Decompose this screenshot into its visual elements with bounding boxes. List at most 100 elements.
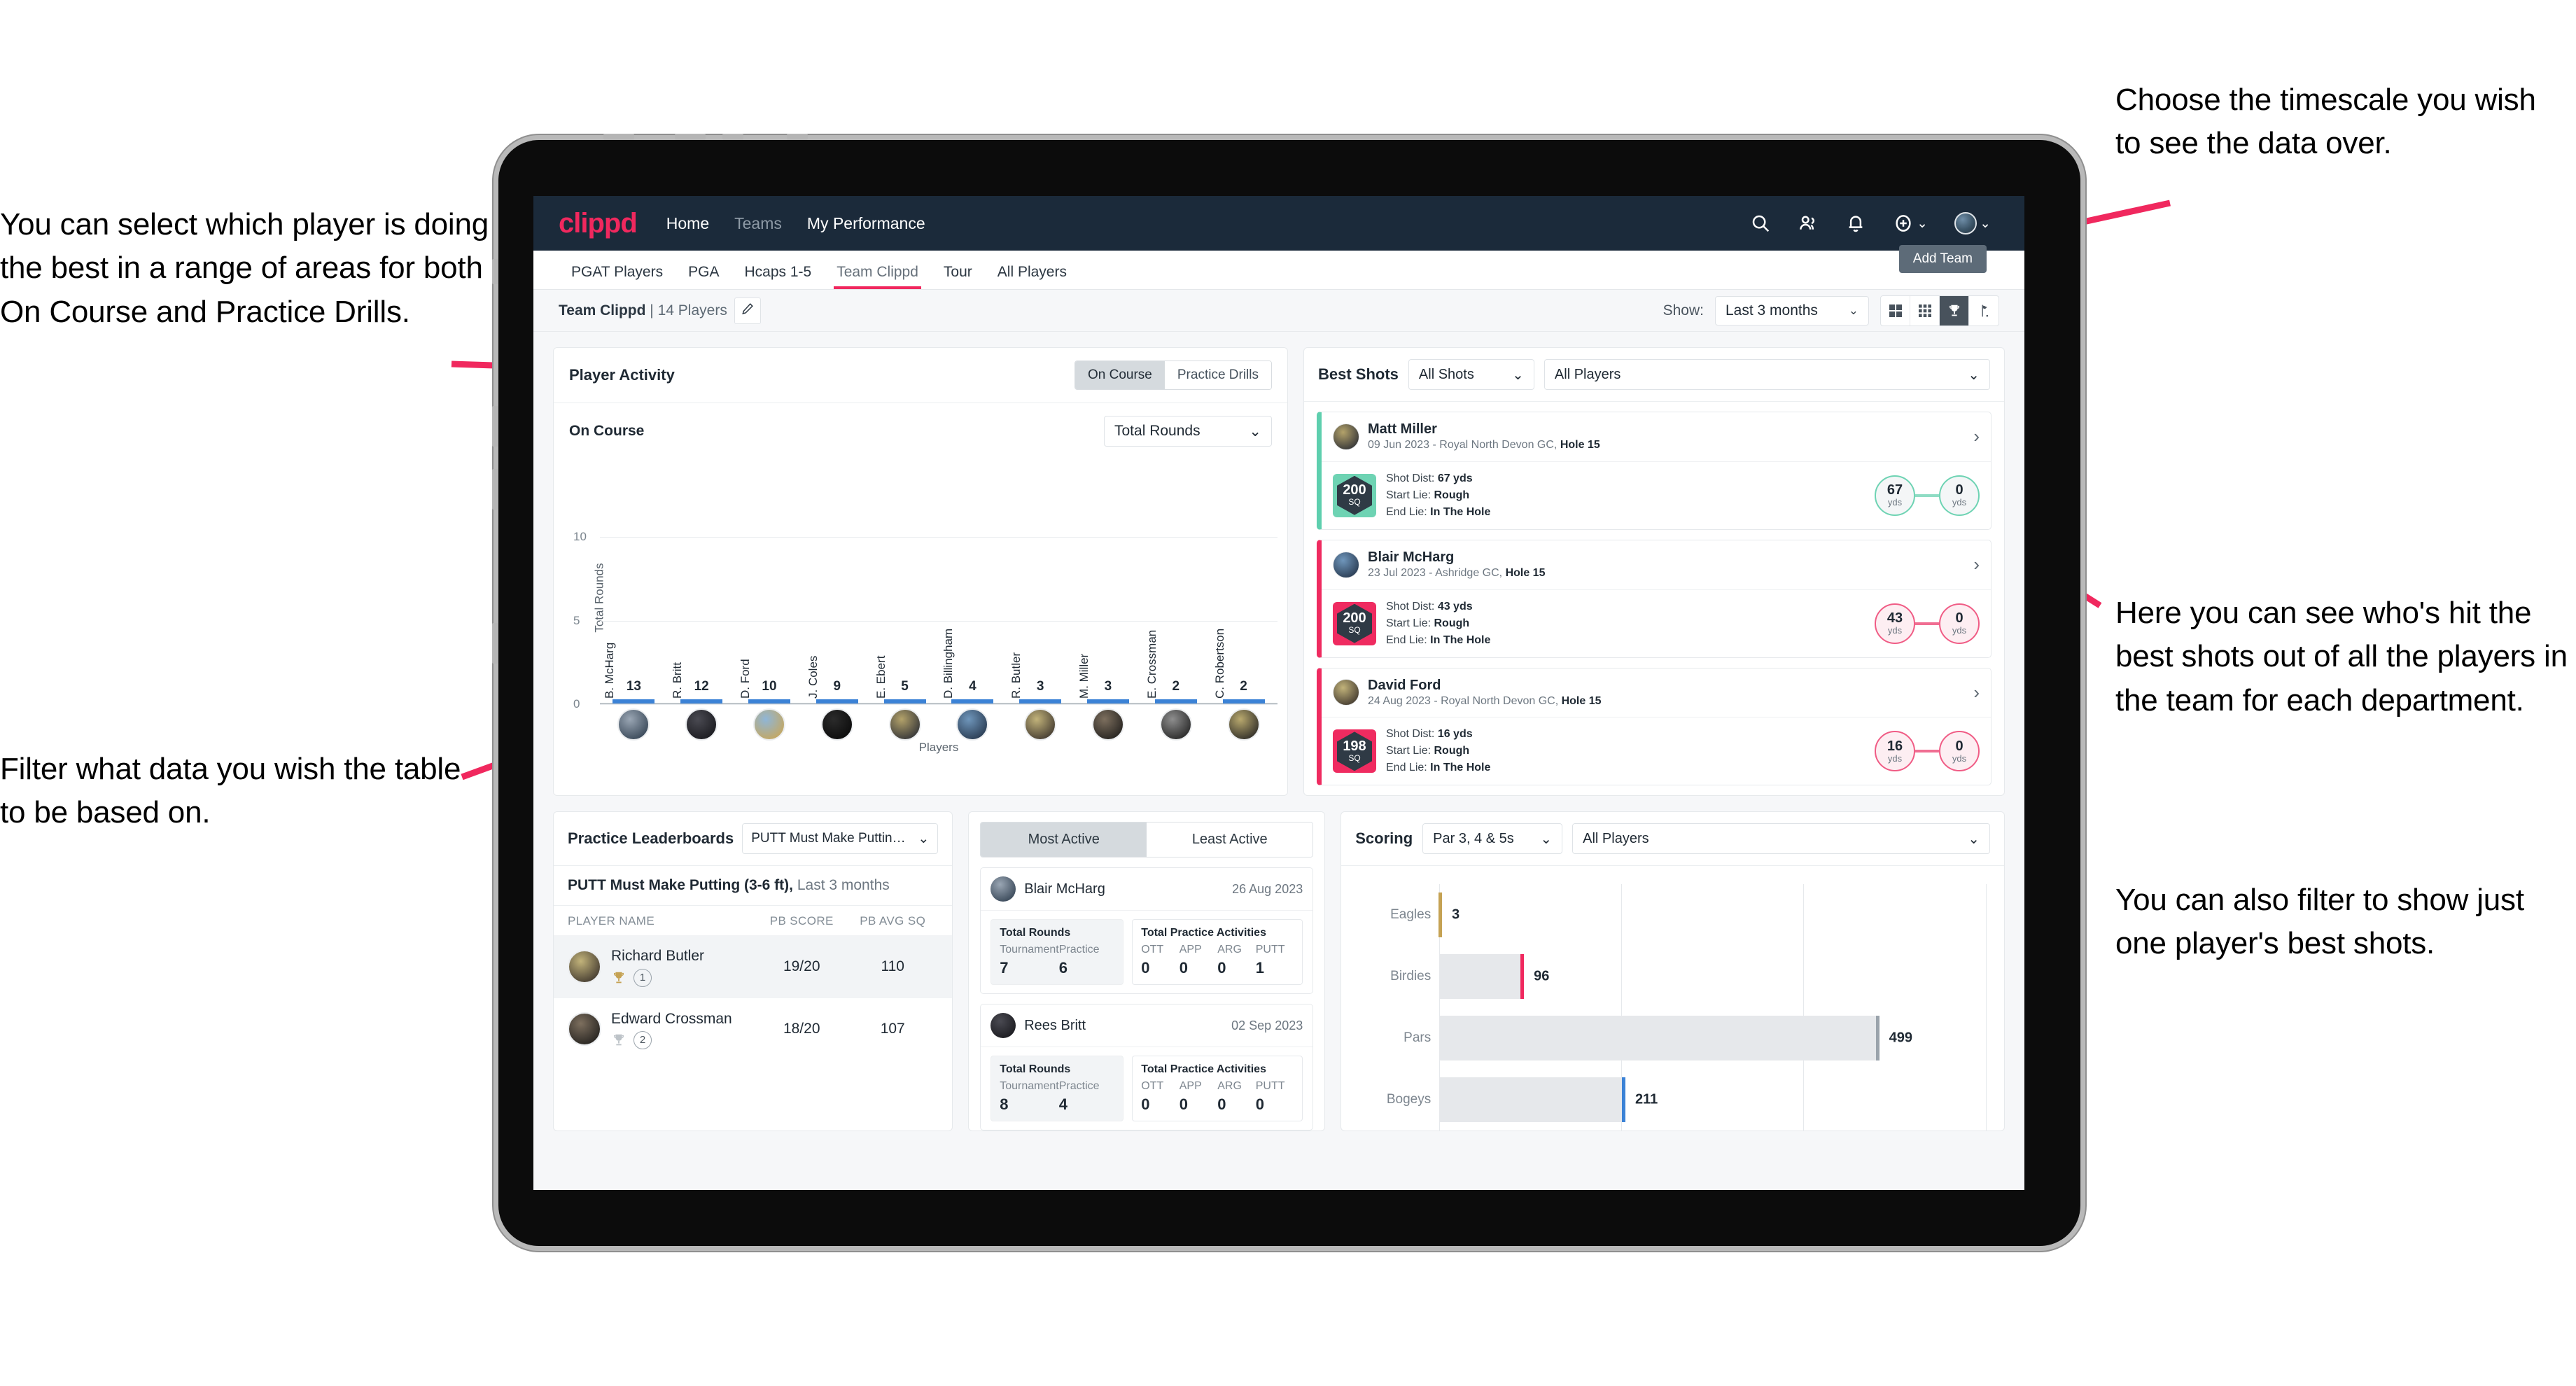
player-avatar[interactable]: [1091, 708, 1124, 741]
avatar-cell: [736, 708, 804, 741]
shot-start-distance: 16 yds: [1875, 731, 1915, 772]
best-shots-list: Matt Miller 09 Jun 2023 - Royal North De…: [1304, 402, 2004, 795]
shot-distance-diagram: 67 yds 0 yds: [1875, 475, 1980, 516]
player-activity-title: Player Activity: [569, 366, 675, 384]
trophy-icon[interactable]: [1940, 295, 1969, 326]
scoring-track: 96: [1439, 954, 1986, 1000]
tab-team-clippd[interactable]: Team Clippd: [824, 264, 931, 289]
player-avatar[interactable]: [820, 708, 853, 741]
tab-pga[interactable]: PGA: [676, 264, 732, 289]
player-avatar[interactable]: [617, 708, 650, 741]
nav-link-home[interactable]: Home: [666, 214, 709, 233]
pb-score-value: 18/20: [783, 1021, 820, 1037]
tab-tour[interactable]: Tour: [931, 264, 985, 289]
plus-circle-icon[interactable]: [1893, 213, 1914, 234]
scoring-bar[interactable]: [1438, 892, 1442, 938]
bell-icon[interactable]: [1845, 213, 1866, 234]
best-shots-title: Best Shots: [1318, 365, 1399, 383]
metric-select[interactable]: Total Rounds ⌄: [1104, 416, 1272, 447]
people-icon[interactable]: [1798, 213, 1819, 234]
practice-leaderboards-subtitle: PUTT Must Make Putting (3-6 ft), Last 3 …: [554, 866, 953, 906]
scoring-bar-cap: [1875, 1016, 1879, 1061]
best-shot-meta: 23 Jul 2023 - Ashridge GC, Hole 15: [1368, 566, 1546, 579]
best-shot-hole: Hole 15: [1561, 694, 1602, 707]
best-shot-card[interactable]: Matt Miller 09 Jun 2023 - Royal North De…: [1317, 412, 1991, 530]
tab-least-active[interactable]: Least Active: [1147, 822, 1313, 858]
scoring-track: 211: [1439, 1077, 1986, 1123]
leaderboard-player: Edward Crossman 2: [568, 1009, 756, 1049]
view-mode-group: [1880, 295, 1999, 326]
activity-tabs: Most Active Least Active: [980, 822, 1314, 858]
on-course-practice-toggle: On Course Practice Drills: [1074, 360, 1272, 390]
tab-most-active[interactable]: Most Active: [981, 822, 1147, 858]
start-lie-row: Start Lie: Rough: [1386, 489, 1470, 501]
activity-item[interactable]: Blair McHarg 26 Aug 2023 Total Rounds To…: [980, 867, 1314, 995]
stat-cell: ARG 0: [1217, 1080, 1256, 1114]
shot-details: Shot Dist: 43 yds Start Lie: Rough End L…: [1386, 598, 1490, 649]
scoring-bar[interactable]: [1439, 1077, 1625, 1123]
chevron-down-icon[interactable]: ⌄: [1980, 216, 1991, 232]
flag-icon[interactable]: [1969, 296, 1998, 326]
bar-value: 9: [833, 679, 841, 694]
best-shot-card[interactable]: David Ford 24 Aug 2023 - Royal North Dev…: [1317, 667, 1991, 786]
grid-large-icon[interactable]: [1881, 295, 1910, 326]
team-name: Team Clippd: [559, 302, 646, 318]
timescale-select[interactable]: Last 3 months ⌄: [1715, 295, 1869, 326]
player-filter-select[interactable]: All Players ⌄: [1544, 359, 1990, 390]
table-row[interactable]: Edward Crossman 2 18/20 107: [554, 998, 952, 1060]
practice-leaderboards-card: Practice Leaderboards PUTT Must Make Put…: [553, 811, 953, 1132]
best-shot-card[interactable]: Blair McHarg 23 Jul 2023 - Ashridge GC, …: [1317, 539, 1991, 658]
shot-quality-value: 200: [1343, 482, 1366, 498]
table-row[interactable]: Richard Butler 1 19/20 110: [554, 935, 953, 998]
par-filter-value: Par 3, 4 & 5s: [1433, 830, 1514, 846]
player-avatar[interactable]: [752, 708, 785, 741]
player-avatar[interactable]: [685, 708, 718, 741]
chevron-down-icon: ⌄: [1968, 367, 1980, 383]
stat-cell: OTT 0: [1141, 944, 1180, 977]
shot-type-select[interactable]: All Shots ⌄: [1408, 359, 1534, 390]
best-shot-header: David Ford 24 Aug 2023 - Royal North Dev…: [1322, 668, 1991, 718]
bar-series: 13 B. McHarg 12 R. Britt 10 D. Ford 9 J. Coles 5…: [600, 470, 1278, 704]
drill-select[interactable]: PUTT Must Make Putting ... ⌄: [742, 823, 939, 855]
player-avatar[interactable]: [1227, 708, 1260, 741]
scoring-bar-cap: [1438, 892, 1442, 938]
toggle-on-course[interactable]: On Course: [1075, 361, 1165, 389]
toggle-practice-drills[interactable]: Practice Drills: [1164, 361, 1271, 389]
activity-item[interactable]: Rees Britt 02 Sep 2023 Total Rounds Tour…: [980, 1004, 1314, 1131]
chevron-down-icon: ⌄: [1540, 831, 1553, 847]
clippd-logo[interactable]: clippd: [559, 208, 638, 239]
chart-player-avatars: [600, 708, 1278, 741]
stat-key: Tournament: [1000, 1080, 1059, 1093]
grid-small-icon[interactable]: [1910, 295, 1940, 326]
search-icon[interactable]: [1750, 213, 1771, 234]
par-filter-select[interactable]: Par 3, 4 & 5s ⌄: [1422, 823, 1563, 855]
player-avatar[interactable]: [1024, 708, 1057, 741]
player-avatar[interactable]: [956, 708, 989, 741]
chevron-right-icon[interactable]: ›: [1973, 426, 1980, 447]
scoring-chart: Eagles 3 Birdies 96 Pars 499 Bogeys 211: [1341, 866, 2004, 1131]
column-pb-score: PB SCORE: [769, 914, 834, 928]
edit-team-button[interactable]: [734, 297, 761, 324]
scoring-bar[interactable]: [1439, 1016, 1879, 1061]
tab-pgat-players[interactable]: PGAT Players: [559, 264, 676, 289]
activity-player-name: Blair McHarg: [1024, 881, 1105, 897]
end-lie-row: End Lie: In The Hole: [1386, 634, 1491, 646]
chevron-right-icon[interactable]: ›: [1973, 682, 1980, 704]
shot-end-distance: 0 yds: [1939, 475, 1980, 516]
metric-select-value: Total Rounds: [1114, 423, 1200, 439]
avatar[interactable]: [1954, 212, 1977, 234]
dashboard-row-bottom: Practice Leaderboards PUTT Must Make Put…: [553, 811, 2005, 1132]
chevron-down-icon: ⌄: [1249, 423, 1261, 440]
scoring-player-select[interactable]: All Players ⌄: [1572, 823, 1990, 855]
player-avatar[interactable]: [888, 708, 921, 741]
chevron-down-icon[interactable]: ⌄: [1917, 216, 1928, 232]
nav-link-my-performance[interactable]: My Performance: [807, 214, 925, 233]
scoring-bar[interactable]: [1439, 954, 1525, 1000]
column-pb-avg-sq: PB AVG SQ: [860, 914, 926, 928]
tab-hcaps-1-5[interactable]: Hcaps 1-5: [732, 264, 824, 289]
shot-quality-badge: 198 SQ: [1333, 729, 1376, 774]
nav-link-teams[interactable]: Teams: [734, 214, 782, 233]
tab-all-players[interactable]: All Players: [985, 264, 1079, 289]
chevron-right-icon[interactable]: ›: [1973, 554, 1980, 575]
player-avatar[interactable]: [1159, 708, 1192, 741]
